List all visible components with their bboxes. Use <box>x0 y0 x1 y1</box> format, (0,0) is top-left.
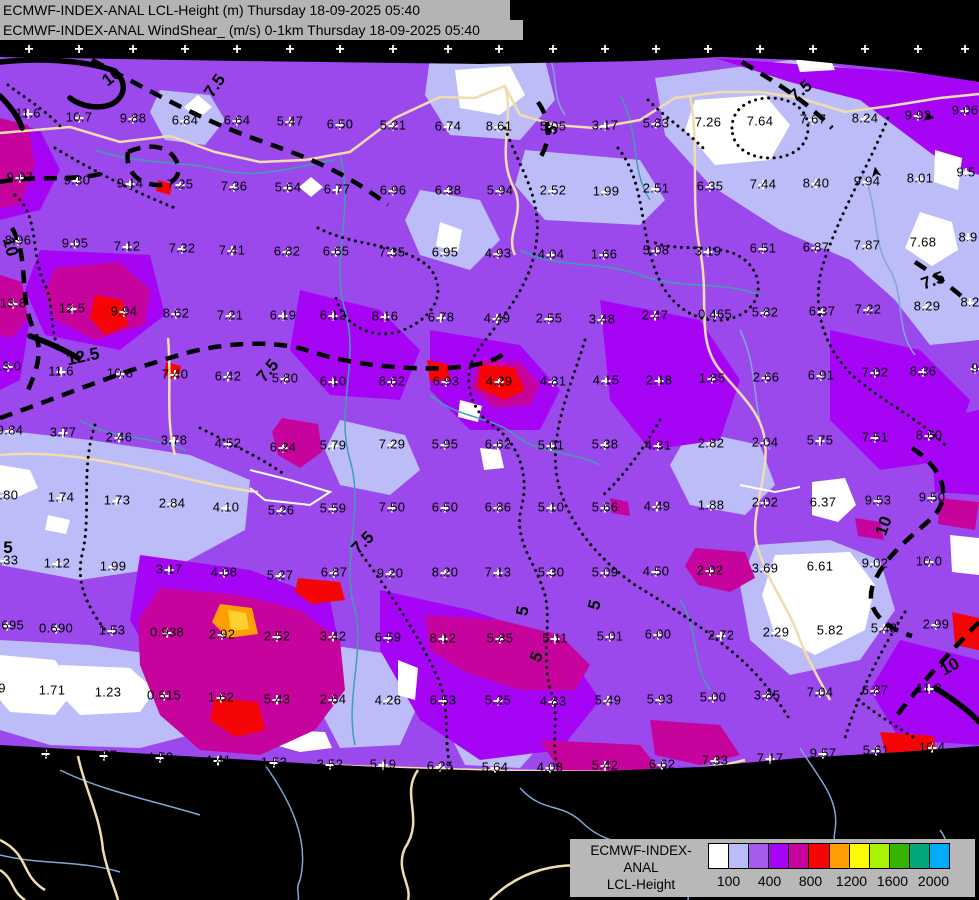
header-windshear-text: ECMWF-INDEX-ANAL WindShear_ (m/s) 0-1km … <box>3 22 480 38</box>
header-lcl-text: ECMWF-INDEX-ANAL LCL-Height (m) Thursday… <box>3 2 421 18</box>
legend-tick-label: 1600 <box>876 873 909 889</box>
legend-tick-label: 1200 <box>835 873 868 889</box>
header-line-lcl: ECMWF-INDEX-ANAL LCL-Height (m) Thursday… <box>0 0 510 20</box>
legend-tick-label: 100 <box>716 873 741 889</box>
legend-swatch <box>869 843 890 869</box>
legend-unit: m <box>574 893 708 900</box>
weather-map <box>0 0 979 900</box>
legend-swatch <box>789 843 810 869</box>
legend-swatch <box>930 843 951 869</box>
legend-tick-label: 2000 <box>917 873 950 889</box>
legend-swatch <box>889 843 910 869</box>
legend: ECMWF-INDEX-ANAL LCL-Height m 1004008001… <box>570 839 975 900</box>
legend-swatch <box>909 843 931 869</box>
legend-swatch <box>809 843 830 869</box>
lcl-height-fill-layer <box>0 57 979 771</box>
legend-swatches <box>708 843 951 869</box>
legend-swatch <box>769 843 790 869</box>
weather-map-screen: +11.6 +10.7 +9.88 +6.84 +6.64 +5.47 +6.50 +5.21… <box>0 0 979 900</box>
legend-swatch <box>708 843 730 869</box>
header-line-windshear: ECMWF-INDEX-ANAL WindShear_ (m/s) 0-1km … <box>0 20 523 40</box>
legend-tick-label: 400 <box>757 873 782 889</box>
legend-swatch <box>829 843 850 869</box>
legend-tick-label: 800 <box>798 873 823 889</box>
legend-swatch <box>749 843 770 869</box>
legend-ticks: 100 400 800 1200 1600 2000 <box>570 871 975 891</box>
legend-swatch <box>849 843 870 869</box>
legend-swatch <box>729 843 750 869</box>
